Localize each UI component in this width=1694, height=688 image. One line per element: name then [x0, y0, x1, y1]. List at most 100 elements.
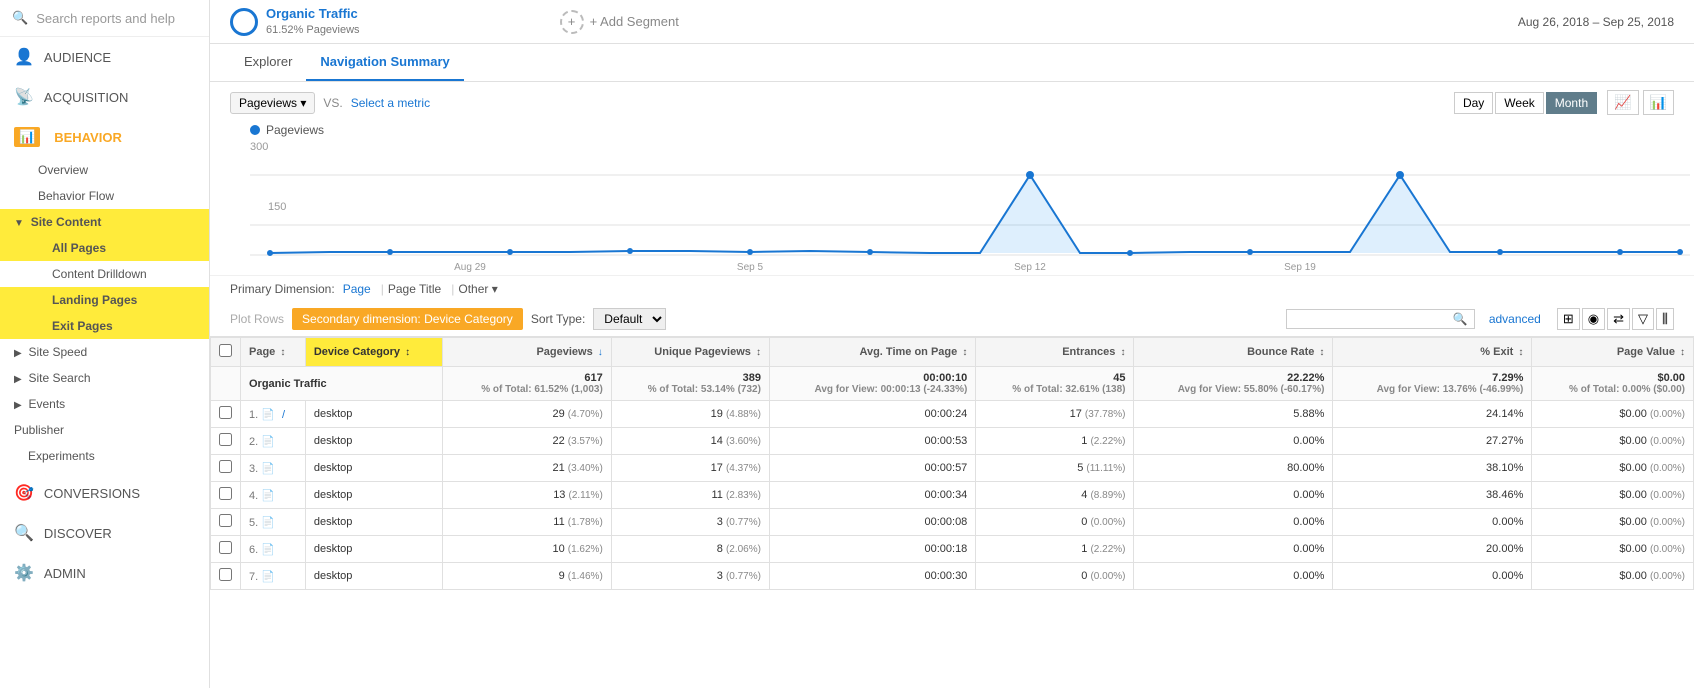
acquisition-label: ACQUISITION: [44, 90, 129, 105]
table-search-input[interactable]: [1293, 312, 1453, 326]
page-sort-icon: ↕: [280, 347, 285, 358]
page-icon-2: 📄: [261, 435, 275, 448]
svg-text:Sep 19: Sep 19: [1284, 262, 1316, 273]
row-pv-6: 10 (1.62%): [443, 536, 611, 563]
table-filter-view-button[interactable]: ▽: [1632, 308, 1654, 330]
row-checkbox-3[interactable]: [219, 460, 232, 473]
sidebar-item-site-content[interactable]: ▼ Site Content: [0, 209, 209, 235]
admin-label: ADMIN: [44, 566, 86, 581]
table-compare-view-button[interactable]: ⇄: [1607, 308, 1630, 330]
secondary-dimension-button[interactable]: Secondary dimension: Device Category: [292, 308, 523, 330]
row-time-7: 00:00:30: [769, 563, 975, 590]
row-bounce-6: 0.00%: [1134, 536, 1333, 563]
line-chart-button[interactable]: 📈: [1607, 90, 1638, 115]
time-controls: Day Week Month: [1454, 92, 1597, 114]
row-page-3: 3. 📄: [241, 455, 306, 482]
data-table: Page ↕ Device Category ↕ Pageviews ↓ Uni…: [210, 337, 1694, 590]
sidebar-item-events[interactable]: ▶ Events: [0, 391, 209, 417]
sidebar-item-conversions[interactable]: 🎯 CONVERSIONS: [0, 473, 209, 513]
row-exit-5: 0.00%: [1333, 509, 1532, 536]
row-checkbox-4[interactable]: [219, 487, 232, 500]
row-upv-3: 17 (4.37%): [611, 455, 769, 482]
row-value-5: $0.00 (0.00%): [1532, 509, 1694, 536]
metric-dropdown[interactable]: Pageviews ▾: [230, 92, 315, 114]
advanced-link[interactable]: advanced: [1489, 312, 1541, 326]
sidebar-item-site-search[interactable]: ▶ Site Search: [0, 365, 209, 391]
day-button[interactable]: Day: [1454, 92, 1493, 114]
th-page-value[interactable]: Page Value ↕: [1532, 338, 1694, 367]
segment-bar: Organic Traffic 61.52% Pageviews + + Add…: [210, 0, 1694, 44]
row-checkbox-5[interactable]: [219, 514, 232, 527]
row-page-5: 5. 📄: [241, 509, 306, 536]
plot-rows-button[interactable]: Plot Rows: [230, 312, 284, 326]
sidebar-item-behavior[interactable]: 📊 BEHAVIOR: [0, 117, 209, 157]
admin-icon: ⚙️: [14, 563, 34, 583]
dimension-label: Primary Dimension:: [230, 282, 335, 296]
select-metric-link[interactable]: Select a metric: [351, 96, 430, 110]
page-icon-7: 📄: [261, 570, 275, 583]
dim-other-dropdown[interactable]: Other ▾: [458, 282, 497, 296]
row-bounce-4: 0.00%: [1134, 482, 1333, 509]
dim-page-title[interactable]: Page Title: [388, 282, 441, 296]
row-checkbox-7[interactable]: [219, 568, 232, 581]
dim-page[interactable]: Page: [343, 282, 371, 296]
behavior-label: BEHAVIOR: [54, 130, 122, 145]
sidebar-item-overview[interactable]: Overview: [0, 157, 209, 183]
th-unique-pageviews[interactable]: Unique Pageviews ↕: [611, 338, 769, 367]
row-page-1: 1. 📄 /: [241, 401, 306, 428]
add-segment-button[interactable]: + + Add Segment: [560, 10, 679, 34]
th-pct-exit[interactable]: % Exit ↕: [1333, 338, 1532, 367]
table-row: 7. 📄 desktop 9 (1.46%) 3 (0.77%) 00:00:3…: [211, 563, 1694, 590]
sidebar-item-exit-pages[interactable]: Exit Pages: [0, 313, 209, 339]
row-value-4: $0.00 (0.00%): [1532, 482, 1694, 509]
row-device-1: desktop: [305, 401, 443, 428]
th-pageviews[interactable]: Pageviews ↓: [443, 338, 611, 367]
table-columns-button[interactable]: ⫼: [1656, 308, 1674, 330]
unique-pv-sort-icon: ↕: [756, 347, 761, 358]
sidebar-item-audience[interactable]: 👤 AUDIENCE: [0, 37, 209, 77]
table-row: 6. 📄 desktop 10 (1.62%) 8 (2.06%) 00:00:…: [211, 536, 1694, 563]
table-pie-view-button[interactable]: ◉: [1582, 308, 1605, 330]
site-search-expand-icon: ▶: [14, 374, 24, 385]
page-icon-4: 📄: [261, 489, 275, 502]
page-icon-6: 📄: [261, 543, 275, 556]
discover-label: DISCOVER: [44, 526, 112, 541]
row-page-6: 6. 📄: [241, 536, 306, 563]
row-upv-2: 14 (3.60%): [611, 428, 769, 455]
tab-explorer[interactable]: Explorer: [230, 44, 306, 81]
sidebar-item-landing-pages[interactable]: Landing Pages: [0, 287, 209, 313]
row-upv-4: 11 (2.83%): [611, 482, 769, 509]
month-button[interactable]: Month: [1546, 92, 1597, 114]
th-device-category[interactable]: Device Category ↕: [305, 338, 443, 367]
row-checkbox-1[interactable]: [219, 406, 232, 419]
sidebar-item-behavior-flow[interactable]: Behavior Flow: [0, 183, 209, 209]
th-bounce-rate[interactable]: Bounce Rate ↕: [1134, 338, 1333, 367]
table-row: 2. 📄 desktop 22 (3.57%) 14 (3.60%) 00:00…: [211, 428, 1694, 455]
sidebar-item-all-pages[interactable]: All Pages: [0, 235, 209, 261]
row-bounce-7: 0.00%: [1134, 563, 1333, 590]
th-page[interactable]: Page ↕: [241, 338, 306, 367]
sidebar-search[interactable]: 🔍 Search reports and help: [0, 0, 209, 37]
sidebar-item-site-speed[interactable]: ▶ Site Speed: [0, 339, 209, 365]
table-grid-view-button[interactable]: ⊞: [1557, 308, 1580, 330]
sort-type-label: Sort Type:: [531, 312, 585, 326]
sidebar-item-content-drilldown[interactable]: Content Drilldown: [0, 261, 209, 287]
bar-chart-button[interactable]: 📊: [1643, 90, 1674, 115]
sidebar-item-admin[interactable]: ⚙️ ADMIN: [0, 553, 209, 593]
chart-legend: Pageviews: [230, 123, 1674, 137]
data-table-wrap: Page ↕ Device Category ↕ Pageviews ↓ Uni…: [210, 337, 1694, 590]
sidebar-item-discover[interactable]: 🔍 DISCOVER: [0, 513, 209, 553]
sort-type-select[interactable]: Default: [593, 308, 666, 330]
sidebar-item-acquisition[interactable]: 📡 ACQUISITION: [0, 77, 209, 117]
row-checkbox-6[interactable]: [219, 541, 232, 554]
table-search-icon[interactable]: 🔍: [1453, 312, 1468, 326]
row-checkbox-2[interactable]: [219, 433, 232, 446]
sidebar-item-publisher[interactable]: Publisher: [0, 417, 209, 443]
select-all-checkbox[interactable]: [219, 344, 232, 357]
row-ent-7: 0 (0.00%): [976, 563, 1134, 590]
tab-navigation-summary[interactable]: Navigation Summary: [306, 44, 463, 81]
th-entrances[interactable]: Entrances ↕: [976, 338, 1134, 367]
week-button[interactable]: Week: [1495, 92, 1543, 114]
sidebar-item-experiments[interactable]: Experiments: [0, 443, 209, 469]
th-avg-time[interactable]: Avg. Time on Page ↕: [769, 338, 975, 367]
